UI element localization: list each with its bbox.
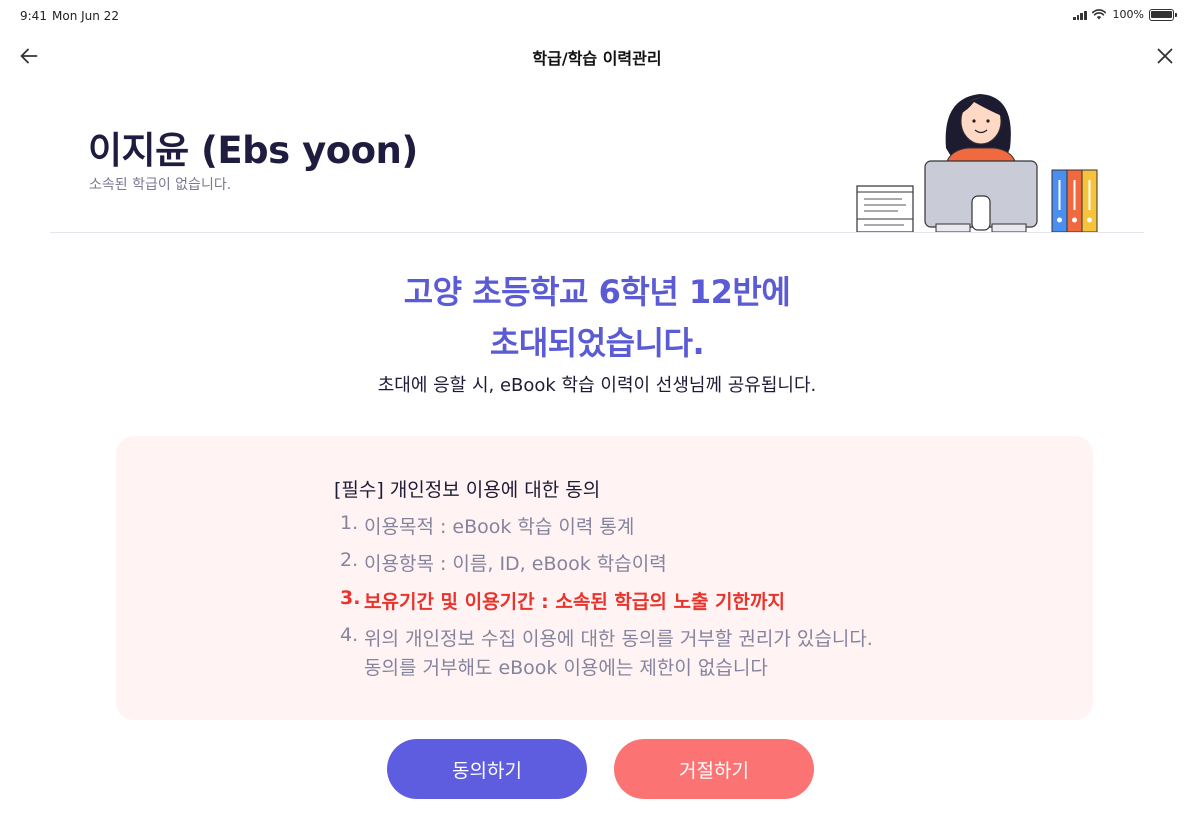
close-icon <box>1157 48 1173 64</box>
reject-button[interactable]: 거절하기 <box>614 739 814 799</box>
consent-item-number: 3. <box>340 587 361 609</box>
consent-item-text: 이용목적 : eBook 학습 이력 통계 <box>364 516 635 538</box>
paper-stack-icon <box>856 185 914 233</box>
status-date: Mon Jun 22 <box>52 9 119 23</box>
consent-item: 4. 위의 개인정보 수집 이용에 대한 동의를 거부할 권리가 있습니다. <box>340 624 873 651</box>
binders-icon <box>1051 169 1098 233</box>
status-bar: 9:41 Mon Jun 22 100% <box>0 0 1194 34</box>
consent-item-number: 1. <box>340 512 359 534</box>
consent-item-text: 이용항목 : 이름, ID, eBook 학습이력 <box>364 553 667 575</box>
header-divider <box>50 232 1144 233</box>
cellular-signal-icon <box>1073 10 1087 20</box>
consent-item-text: 위의 개인정보 수집 이용에 대한 동의를 거부할 권리가 있습니다. <box>364 628 873 650</box>
status-time: 9:41 <box>20 9 47 23</box>
wifi-icon <box>1091 9 1106 20</box>
consent-item: 2. 이용항목 : 이름, ID, eBook 학습이력 <box>340 549 667 576</box>
consent-item-number: 4. <box>340 624 359 646</box>
nav-bar: 학급/학습 이력관리 <box>0 34 1194 78</box>
user-name: 이지윤 (Ebs yoon) <box>88 129 418 172</box>
consent-item-continuation: 동의를 거부해도 eBook 이용에는 제한이 없습니다 <box>364 653 768 680</box>
status-indicators: 100% <box>1073 8 1177 21</box>
invite-title-line2: 초대되었습니다. <box>489 324 705 362</box>
agree-button[interactable]: 동의하기 <box>387 739 587 799</box>
teacher-illustration <box>856 94 1098 233</box>
laptop-icon <box>924 160 1038 233</box>
invite-title-line1: 고양 초등학교 6학년 12반에 <box>403 273 791 311</box>
battery-icon <box>1149 8 1177 21</box>
consent-item-retention: 3. 보유기간 및 이용기간 : 소속된 학급의 노출 기한까지 <box>340 587 785 614</box>
consent-item-number: 2. <box>340 549 359 571</box>
battery-percent: 100% <box>1112 8 1144 21</box>
consent-item-text: 보유기간 및 이용기간 : 소속된 학급의 노출 기한까지 <box>364 591 785 613</box>
consent-item-text: 동의를 거부해도 eBook 이용에는 제한이 없습니다 <box>364 657 768 679</box>
consent-heading: [필수] 개인정보 이용에 대한 동의 <box>334 479 601 501</box>
consent-item: 1. 이용목적 : eBook 학습 이력 통계 <box>340 512 634 539</box>
user-class-status: 소속된 학급이 없습니다. <box>89 177 232 193</box>
page-title: 학급/학습 이력관리 <box>532 49 662 68</box>
close-button[interactable] <box>1152 43 1178 69</box>
woman-figure <box>945 94 1017 165</box>
invite-description: 초대에 응할 시, eBook 학습 이력이 선생님께 공유됩니다. <box>377 375 817 396</box>
